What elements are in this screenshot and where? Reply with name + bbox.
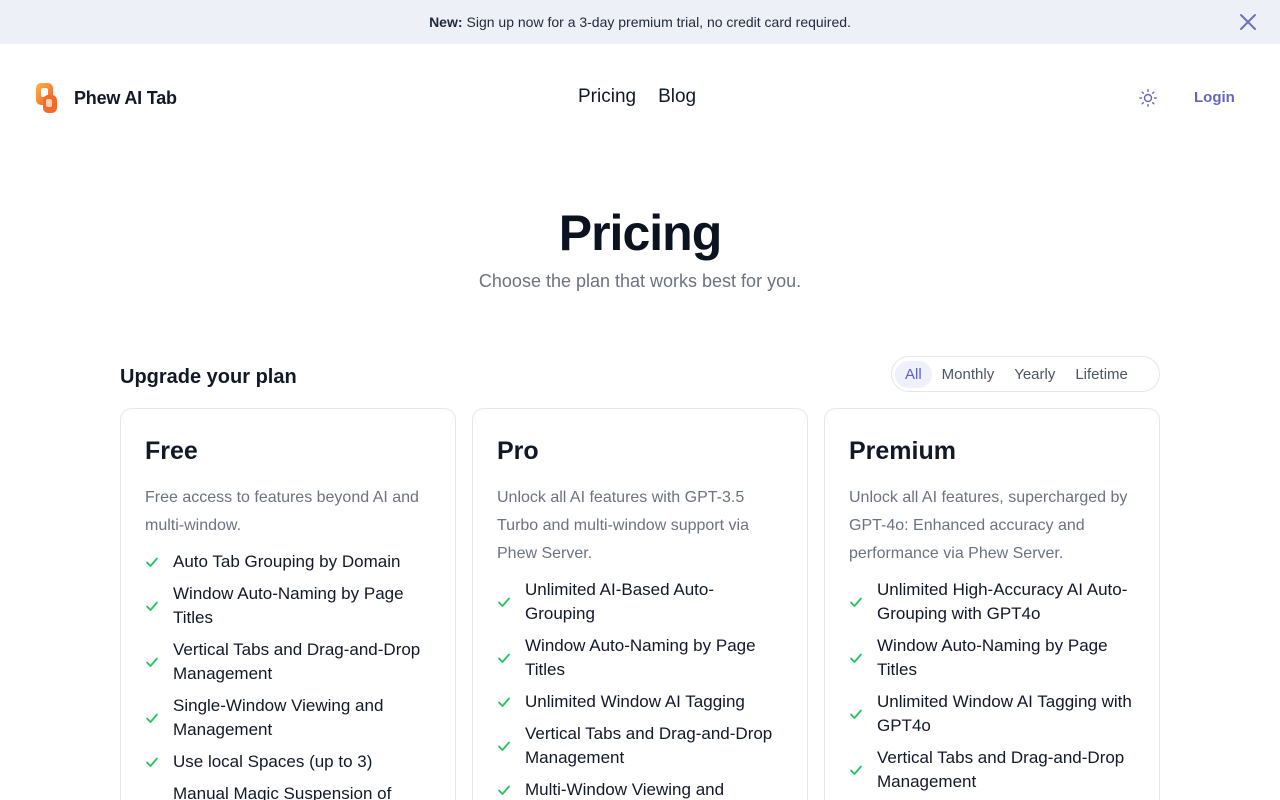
feature-item: Vertical Tabs and Drag-and-Drop Manageme…	[145, 634, 431, 690]
nav-link-blog[interactable]: Blog	[658, 86, 696, 108]
feature-item: Vertical Tabs and Drag-and-Drop Manageme…	[497, 718, 783, 774]
feature-item: Manual Magic Suspension of Tabs	[145, 778, 431, 800]
feature-text: Unlimited High-Accuracy AI Auto-Grouping…	[877, 580, 1128, 623]
feature-item: Vertical Tabs and Drag-and-Drop Manageme…	[849, 742, 1135, 798]
tab-lifetime[interactable]: Lifetime	[1065, 361, 1138, 388]
close-icon[interactable]	[1238, 12, 1258, 32]
brand-name: Phew AI Tab	[74, 87, 177, 108]
check-icon	[497, 739, 511, 753]
feature-text: Unlimited AI-Based Auto-Grouping	[525, 580, 714, 623]
plan-name: Pro	[497, 437, 539, 465]
feature-item: Window Auto-Naming by Page Titles	[497, 630, 783, 686]
feature-list: Unlimited AI-Based Auto-Grouping Window A…	[497, 574, 783, 800]
plan-name: Free	[145, 437, 198, 465]
upgrade-heading: Upgrade your plan	[120, 366, 297, 388]
feature-item: Use local Spaces (up to 3)	[145, 746, 431, 778]
feature-text: Vertical Tabs and Drag-and-Drop Manageme…	[525, 724, 773, 767]
feature-text: Window Auto-Naming by Page Titles	[173, 584, 404, 627]
check-icon	[849, 707, 863, 721]
feature-text: Vertical Tabs and Drag-and-Drop Manageme…	[173, 640, 421, 683]
plan-name: Premium	[849, 437, 956, 465]
feature-item: Unlimited Window AI Tagging	[497, 686, 783, 718]
plan-card-free: Free Free access to features beyond AI a…	[120, 408, 456, 800]
check-icon	[497, 783, 511, 797]
banner-text: Sign up now for a 3-day premium trial, n…	[466, 14, 851, 30]
feature-text: Unlimited Window AI Tagging	[525, 692, 745, 711]
feature-item: Single-Window Viewing and Management	[145, 690, 431, 746]
login-link[interactable]: Login	[1194, 89, 1235, 106]
plan-card-pro: Pro Unlock all AI features with GPT-3.5 …	[472, 408, 808, 800]
feature-text: Auto Tab Grouping by Domain	[173, 552, 401, 571]
nav-link-pricing[interactable]: Pricing	[578, 86, 636, 108]
check-icon	[849, 763, 863, 777]
check-icon	[145, 711, 159, 725]
feature-list: Auto Tab Grouping by Domain Window Auto-N…	[145, 546, 431, 800]
feature-item: Unlimited Window AI Tagging with GPT4o	[849, 686, 1135, 742]
feature-text: Use local Spaces (up to 3)	[173, 752, 373, 771]
check-icon	[145, 599, 159, 613]
check-icon	[497, 595, 511, 609]
tab-monthly[interactable]: Monthly	[932, 361, 1005, 388]
feature-text: Unlimited Window AI Tagging with GPT4o	[877, 692, 1132, 735]
brand-logo-link[interactable]: Phew AI Tab	[34, 82, 177, 114]
announcement-banner: New: Sign up now for a 3-day premium tri…	[0, 0, 1280, 44]
check-icon	[497, 651, 511, 665]
feature-text: Window Auto-Naming by Page Titles	[525, 636, 756, 679]
feature-text: Multi-Window Viewing and	[525, 780, 725, 799]
feature-text: Manual Magic Suspension of Tabs	[173, 784, 392, 800]
feature-item: Unlimited AI-Based Auto-Grouping	[497, 574, 783, 630]
check-icon	[497, 695, 511, 709]
page-title: Pricing	[558, 205, 722, 261]
feature-item: Auto Tab Grouping by Domain	[145, 546, 431, 578]
feature-item: Unlimited High-Accuracy AI Auto-Grouping…	[849, 574, 1135, 630]
plan-description: Unlock all AI features, supercharged by …	[849, 489, 1128, 562]
main-nav: Pricing Blog	[578, 86, 696, 108]
check-icon	[145, 555, 159, 569]
check-icon	[145, 655, 159, 669]
plan-description: Unlock all AI features with GPT-3.5 Turb…	[497, 489, 749, 562]
banner-new-label: New:	[429, 14, 463, 30]
check-icon	[849, 651, 863, 665]
plan-description: Free access to features beyond AI and mu…	[145, 489, 419, 534]
page-subtitle: Choose the plan that works best for you.	[478, 271, 802, 291]
site-header: Phew AI Tab Pricing Blog Login	[0, 44, 1280, 152]
check-icon	[849, 595, 863, 609]
tab-yearly[interactable]: Yearly	[1004, 361, 1065, 388]
phew-logo-icon	[36, 83, 57, 113]
tab-all[interactable]: All	[895, 360, 932, 388]
sun-icon[interactable]	[1138, 88, 1158, 108]
feature-item: Window Auto-Naming by Page Titles	[145, 578, 431, 634]
feature-list: Unlimited High-Accuracy AI Auto-Grouping…	[849, 574, 1135, 798]
plan-card-premium: Premium Unlock all AI features, supercha…	[824, 408, 1160, 800]
feature-item: Window Auto-Naming by Page Titles	[849, 630, 1135, 686]
billing-period-tabs: All Monthly Yearly Lifetime	[891, 356, 1160, 392]
feature-item: Multi-Window Viewing and	[497, 774, 783, 800]
feature-text: Single-Window Viewing and Management	[173, 696, 384, 739]
check-icon	[145, 755, 159, 769]
feature-text: Vertical Tabs and Drag-and-Drop Manageme…	[877, 748, 1125, 791]
feature-text: Window Auto-Naming by Page Titles	[877, 636, 1108, 679]
